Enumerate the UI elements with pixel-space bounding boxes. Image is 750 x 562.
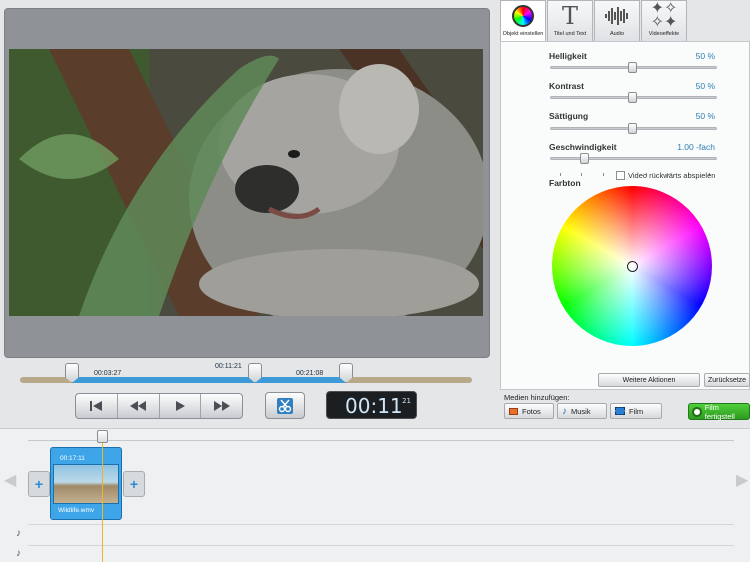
hue-label: Farbton xyxy=(549,178,581,188)
brightness-label: Helligkeit xyxy=(549,51,587,61)
video-preview-frame[interactable] xyxy=(9,49,483,316)
fast-forward-icon xyxy=(213,401,230,411)
audio-waveform-icon xyxy=(605,7,628,25)
scissors-icon xyxy=(277,397,293,414)
speed-slider[interactable] xyxy=(550,157,717,160)
fast-forward-button[interactable] xyxy=(201,394,242,418)
film-reel-icon xyxy=(692,406,702,417)
reset-button[interactable]: Zurücksetze xyxy=(704,373,750,387)
speed-label: Geschwindigkeit xyxy=(549,142,617,152)
hue-picker-marker[interactable] xyxy=(627,261,638,272)
brightness-value: 50 % xyxy=(695,51,715,61)
koala-video-frame-image xyxy=(9,49,483,316)
contrast-value: 50 % xyxy=(695,81,715,91)
timeline-scroll-left-icon[interactable]: ◀ xyxy=(4,470,16,490)
tab-label: Objekt einstellen xyxy=(502,31,544,37)
speed-value: 1.00 -fach xyxy=(677,142,715,152)
clip-filename: Wildlife.wmv xyxy=(58,507,95,514)
add-music-button[interactable]: ♪ Musik xyxy=(557,403,607,419)
contrast-label: Kontrast xyxy=(549,81,584,91)
clip-duration: 00:17:11 xyxy=(60,455,85,462)
brightness-slider-knob[interactable] xyxy=(628,62,637,73)
saturation-label: Sättigung xyxy=(549,111,589,121)
timeline-playhead xyxy=(102,432,103,562)
play-button[interactable] xyxy=(160,394,202,418)
music-track-icon: ♪ xyxy=(16,528,21,539)
reverse-video-label: Video rückwärts abspielen xyxy=(628,171,716,180)
finish-movie-label: Film fertigstell xyxy=(704,402,735,421)
add-film-button[interactable]: Film xyxy=(610,403,662,419)
video-track-divider xyxy=(28,524,734,525)
music-note-icon: ♪ xyxy=(562,405,567,417)
insert-before-button[interactable]: + xyxy=(28,471,50,497)
tab-label: Videoeffekte xyxy=(648,31,680,37)
play-icon xyxy=(175,401,185,411)
saturation-value: 50 % xyxy=(695,111,715,121)
tab-audio[interactable]: Audio xyxy=(594,0,640,42)
time-display-frames: 21 xyxy=(402,397,411,405)
skip-to-start-icon xyxy=(90,401,103,411)
sparkle-icon: ✦✧ ✧✦ xyxy=(650,0,678,31)
rewind-button[interactable] xyxy=(118,394,160,418)
trim-selection-range xyxy=(72,377,346,383)
timeline-ruler xyxy=(28,440,734,441)
finish-movie-button[interactable]: Film fertigstell xyxy=(688,402,750,421)
trim-start-time: 00:03:27 xyxy=(94,370,122,377)
speed-slider-ticks xyxy=(560,163,710,176)
voice-track-icon: ♪ xyxy=(16,548,21,559)
skip-to-start-button[interactable] xyxy=(76,394,118,418)
film-icon xyxy=(615,407,625,415)
contrast-slider-knob[interactable] xyxy=(628,92,637,103)
current-time-display: 00:11 21 xyxy=(326,391,417,419)
rewind-icon xyxy=(130,401,147,411)
tab-label: Titel und Text xyxy=(553,31,587,37)
timeline-scroll-right-icon[interactable]: ▶ xyxy=(736,470,748,490)
playback-controls xyxy=(75,393,243,419)
add-photos-button[interactable]: Fotos xyxy=(504,403,554,419)
audio-track-divider xyxy=(28,545,734,546)
tab-objekt-einstellen[interactable]: Objekt einstellen xyxy=(500,0,546,42)
clip-thumbnail xyxy=(53,464,119,504)
insert-after-button[interactable]: + xyxy=(123,471,145,497)
trim-end-time: 00:21:08 xyxy=(296,370,324,377)
add-photos-label: Fotos xyxy=(522,406,541,416)
time-display-main: 00:11 xyxy=(345,394,403,418)
current-position-time: 00:11:21 xyxy=(215,363,242,370)
editor-tabs: Objekt einstellen T Titel und Text Audio… xyxy=(500,0,750,42)
tab-videoeffekte[interactable]: ✦✧ ✧✦ Videoeffekte xyxy=(641,0,687,42)
color-wheel-icon xyxy=(512,5,534,27)
tab-titel-und-text[interactable]: T Titel und Text xyxy=(547,0,593,42)
tab-label: Audio xyxy=(609,31,625,37)
add-music-label: Musik xyxy=(571,406,591,416)
reverse-video-checkbox[interactable] xyxy=(616,171,625,180)
add-media-label: Medien hinzufügen: xyxy=(504,393,570,402)
timeline-playhead-knob[interactable] xyxy=(97,430,108,443)
more-actions-button[interactable]: Weitere Aktionen xyxy=(598,373,700,387)
text-T-icon: T xyxy=(561,2,578,30)
photos-icon xyxy=(509,407,518,415)
add-film-label: Film xyxy=(629,406,644,416)
cut-clip-button[interactable] xyxy=(265,392,305,419)
saturation-slider-knob[interactable] xyxy=(628,123,637,134)
